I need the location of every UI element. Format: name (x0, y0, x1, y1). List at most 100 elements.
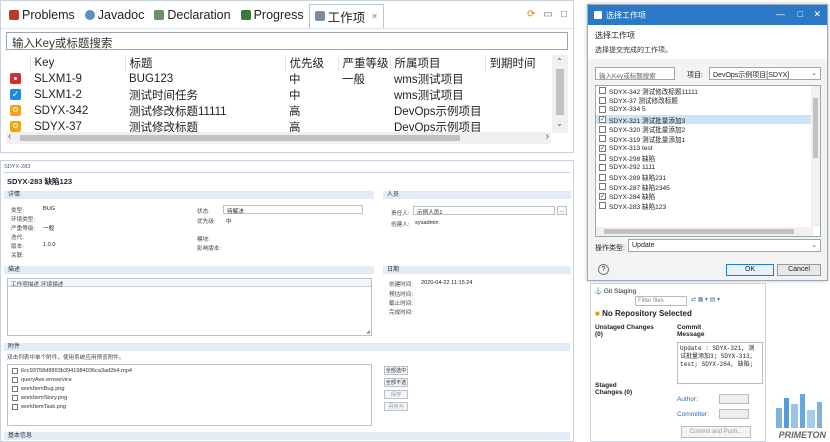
checkbox[interactable] (599, 183, 606, 191)
list-item[interactable]: workItemStory.png (12, 395, 67, 401)
chevron-right-icon[interactable]: › (546, 131, 549, 142)
list-item[interactable]: SDYX-289 缺陷231 (596, 172, 820, 182)
save-button[interactable]: 保存 (384, 390, 408, 399)
tab-work-items[interactable]: 工作项 ✕ (308, 3, 384, 28)
help-icon[interactable]: ? (598, 264, 609, 275)
scroll-thumb[interactable] (604, 229, 794, 234)
list-item[interactable]: SDYX-287 缺陷2345 (596, 182, 820, 192)
checkbox[interactable] (599, 135, 606, 143)
cancel-button[interactable]: Cancel (777, 264, 821, 276)
chevron-left-icon[interactable]: ‹ (8, 131, 11, 142)
select-all-button[interactable]: 全部选中 (384, 366, 408, 375)
committer-field[interactable] (719, 409, 749, 419)
checkbox[interactable] (12, 368, 18, 374)
checkbox-checked[interactable]: ✓ (599, 116, 606, 124)
assignee-field[interactable]: 示例人员1 (413, 206, 555, 216)
checkbox[interactable] (599, 106, 606, 114)
chevron-up-icon[interactable]: ⌃ (556, 57, 563, 66)
checkbox[interactable] (599, 173, 606, 181)
list-item[interactable]: queryAve.eroservice (12, 377, 72, 383)
list-item[interactable]: SDYX-320 测试批量添加2 (596, 124, 820, 134)
checkbox[interactable] (599, 96, 606, 104)
checkbox[interactable] (599, 202, 606, 210)
author-field[interactable] (719, 394, 749, 404)
checkbox[interactable] (599, 154, 606, 162)
tab-progress[interactable]: Progress (236, 2, 309, 28)
search-input[interactable]: 输入Key或标题搜索 (595, 67, 675, 80)
editor-tab[interactable]: SDYX-283 (4, 164, 30, 170)
vertical-scrollbar[interactable]: ⌃ ⌄ (552, 55, 568, 133)
scroll-thumb[interactable] (556, 69, 564, 115)
assignee-browse-button[interactable]: … (557, 206, 567, 215)
list-item[interactable]: SDYX-283 缺陷123 (596, 201, 820, 211)
scroll-thumb[interactable] (20, 135, 460, 141)
scroll-thumb[interactable] (813, 98, 818, 158)
column-header[interactable]: 所属项目 (390, 55, 486, 71)
list-item[interactable]: SDYX-334 5 (596, 105, 820, 115)
horizontal-scrollbar[interactable]: ‹ › (6, 131, 551, 144)
table-row[interactable]: ✓ SLXM1-2 测试时间任务 中 wms测试项目 (6, 87, 568, 103)
commit-message-input[interactable]: Update : SDYX-321, 测试批量添加3; SDYX-313, te… (677, 342, 763, 384)
horizontal-scrollbar[interactable] (596, 227, 813, 236)
list-item[interactable]: SDYX-298 缺陷 (596, 153, 820, 163)
list-item[interactable]: workItemBug.png (12, 386, 65, 392)
project-select[interactable]: DevOps示例项目[SDYX] ⌄ (709, 67, 821, 80)
priority-value[interactable]: 中 (226, 217, 232, 225)
maximize-icon[interactable]: □ (561, 9, 567, 20)
tab-javadoc[interactable]: Javadoc (80, 2, 150, 28)
column-header[interactable]: 严重等级 (338, 55, 391, 71)
checkbox[interactable] (599, 164, 606, 172)
operation-type-select[interactable]: Update ⌄ (628, 239, 821, 252)
list-item[interactable]: 6cc93758d8893b3941984036ca3ad2b4.mp4 (12, 368, 132, 374)
search-input[interactable]: 输入Key或标题搜索 (6, 32, 568, 50)
checkbox-checked[interactable]: ✓ (599, 192, 606, 200)
table-row[interactable]: SDYX-342 测试修改标题11111 高 DevOps示例项目 (6, 103, 568, 119)
severity-value[interactable]: 一般 (43, 224, 54, 232)
maximize-icon[interactable]: □ (798, 9, 803, 19)
column-header[interactable]: 标题 (125, 55, 286, 71)
tab-work-item-description[interactable]: 工作项描述 (11, 280, 39, 288)
work-item-list[interactable]: SDYX-342 测试修改标题11111 SDYX-37 测试修改标题 SDYX… (595, 85, 821, 237)
version-value[interactable]: 1.0.0 (43, 242, 55, 248)
tab-problems[interactable]: Problems (4, 2, 80, 28)
close-icon[interactable]: ✕ (813, 9, 821, 20)
checkbox[interactable] (12, 395, 18, 401)
list-item[interactable]: SDYX-292 1111 (596, 163, 820, 173)
commit-and-push-button[interactable]: Commit and Push... (681, 426, 751, 438)
tab-declaration[interactable]: Declaration (149, 2, 235, 28)
close-icon[interactable]: ✕ (371, 12, 378, 21)
save-as-button[interactable]: 另存为 (384, 402, 408, 411)
select-none-button[interactable]: 全部不选 (384, 378, 408, 387)
checkbox[interactable] (12, 386, 18, 392)
tab-environment-description[interactable]: 环境描述 (41, 280, 63, 288)
list-item[interactable]: SDYX-319 测试批量添加1 (596, 134, 820, 144)
column-header[interactable]: 优先级 (285, 55, 339, 71)
tab-git-staging[interactable]: ⚓ Git Staging (594, 287, 636, 295)
ok-button[interactable]: OK (726, 264, 774, 276)
toolbar-icons[interactable]: ⇄ ▦ ▾ ▤ ▾ (691, 296, 720, 303)
list-item[interactable]: ✓ SDYX-321 测试批量添加3 (596, 114, 820, 125)
checkbox[interactable] (12, 377, 18, 383)
sync-icon[interactable]: ⟳ (527, 9, 535, 20)
vertical-scrollbar[interactable] (811, 86, 820, 227)
chevron-down-icon[interactable]: ⌄ (556, 119, 563, 128)
checkbox-checked[interactable]: ✓ (599, 144, 606, 152)
list-item[interactable]: workItemTask.png (12, 404, 66, 410)
checkbox[interactable] (12, 404, 18, 410)
description-editor[interactable]: 工作项描述 环境描述 ◢ (7, 278, 372, 336)
checkbox[interactable] (599, 87, 606, 95)
attachment-list[interactable]: 6cc93758d8893b3941984036ca3ad2b4.mp4 que… (7, 364, 372, 426)
column-header[interactable]: Key (30, 55, 126, 71)
list-item[interactable]: SDYX-37 测试修改标题 (596, 96, 820, 105)
status-select[interactable]: 待解决 (223, 205, 363, 215)
list-item[interactable]: ✓ SDYX-313 test (596, 144, 820, 154)
filter-input[interactable]: Filter files (635, 296, 687, 306)
list-item[interactable]: SDYX-342 测试修改标题11111 (596, 86, 820, 96)
cell-severity (338, 103, 390, 119)
minimize-icon[interactable]: — (776, 9, 785, 19)
checkbox[interactable] (599, 125, 606, 133)
table-row[interactable]: SLXM1-9 BUG123 中 一般 wms测试项目 (6, 71, 568, 87)
minimize-icon[interactable]: ▭ (544, 9, 553, 20)
list-item[interactable]: ✓ SDYX-284 缺陷 (596, 192, 820, 201)
type-value[interactable]: BUG (43, 206, 55, 212)
